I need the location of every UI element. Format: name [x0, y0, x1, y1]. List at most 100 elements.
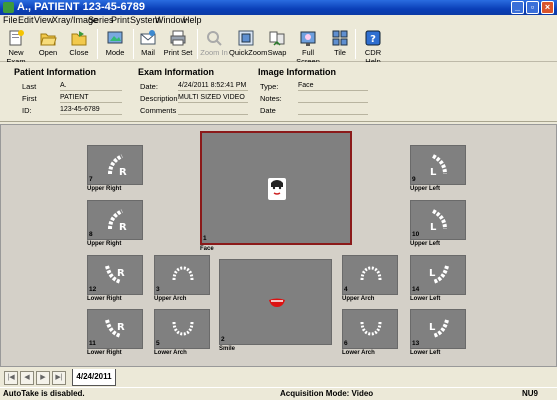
caption-5: Lower Arch: [154, 350, 187, 356]
minimize-button[interactable]: _: [511, 1, 524, 14]
svg-text:R: R: [117, 322, 125, 333]
tile-button[interactable]: Tile: [330, 27, 350, 61]
tab-date[interactable]: 4/24/2011: [72, 369, 116, 386]
image-smile[interactable]: 2: [219, 259, 332, 345]
face-icon: [268, 178, 286, 200]
menu-print[interactable]: Print: [111, 15, 130, 25]
tile-icon: [331, 29, 349, 47]
image-date-value: [298, 105, 368, 115]
upper-right-teeth-icon: R: [108, 154, 127, 178]
lower-arch-icon: [172, 321, 194, 336]
image-date-label: Date: [260, 106, 276, 115]
xray-thumb-5[interactable]: 5: [154, 309, 210, 349]
id-value: 123-45-6789: [60, 105, 122, 115]
quickzoom-icon: [237, 29, 255, 47]
menu-view[interactable]: View: [34, 15, 53, 25]
caption-2: Smile: [219, 346, 236, 352]
upper-left-teeth-icon: L: [430, 154, 447, 178]
mode-icon: [106, 29, 124, 47]
maximize-button[interactable]: ▫: [526, 1, 539, 14]
toolbar-separator: [97, 29, 98, 59]
upper-right-teeth-icon: R: [108, 209, 127, 233]
type-label: Type:: [260, 82, 279, 91]
notes-value: [298, 93, 368, 103]
quickzoom-button[interactable]: QuickZoom: [229, 27, 267, 61]
toolbar-separator: [133, 29, 134, 59]
caption-10: Upper Left: [410, 241, 440, 247]
menu-series[interactable]: Series: [88, 15, 114, 25]
new-exam-button[interactable]: New Exam: [1, 27, 31, 66]
xray-thumb-9[interactable]: L 9: [410, 145, 466, 185]
mode-button[interactable]: Mode: [102, 27, 128, 61]
lower-right-teeth-icon: R: [105, 265, 125, 284]
help-icon: ?: [364, 29, 382, 47]
cdr-help-button[interactable]: ? CDR Help: [358, 27, 388, 66]
xray-thumb-11[interactable]: R 11: [87, 309, 143, 349]
full-screen-icon: [299, 29, 317, 47]
exam-date-label: Date:: [140, 82, 158, 91]
upper-left-teeth-icon: L: [430, 209, 447, 233]
caption-14: Lower Left: [410, 296, 441, 302]
menu-edit[interactable]: Edit: [18, 15, 34, 25]
xray-thumb-10[interactable]: L 10: [410, 200, 466, 240]
mail-icon: [139, 29, 157, 47]
printer-icon: [169, 29, 187, 47]
xray-thumb-12[interactable]: R 12: [87, 255, 143, 295]
lower-arch-icon: [360, 321, 382, 336]
svg-text:L: L: [429, 268, 436, 279]
first-tab-button[interactable]: |◀: [4, 371, 18, 385]
svg-text:R: R: [117, 268, 125, 279]
exam-date-value: 4/24/2011 8:52:41 PM: [178, 82, 248, 91]
close-button[interactable]: Close: [66, 27, 92, 61]
svg-text:L: L: [430, 167, 437, 178]
tab-bar: |◀ ◀ ▶ ▶| 4/24/2011: [0, 369, 557, 387]
first-label: First: [22, 94, 37, 103]
exam-info-title: Exam Information: [138, 67, 215, 77]
type-value: Face: [298, 81, 368, 91]
zoom-in-icon: [205, 29, 223, 47]
open-button[interactable]: Open: [36, 27, 60, 61]
swap-icon: [268, 29, 286, 47]
menu-help[interactable]: Help: [183, 15, 202, 25]
xray-thumb-7[interactable]: R 7: [87, 145, 143, 185]
xray-thumb-6[interactable]: 6: [342, 309, 398, 349]
autotake-status: AutoTake is disabled.: [3, 389, 85, 398]
window-title: A., PATIENT 123-45-6789: [17, 1, 145, 13]
id-label: ID:: [22, 106, 32, 115]
last-value: A.: [60, 81, 122, 91]
notes-label: Notes:: [260, 94, 282, 103]
upper-arch-icon: [360, 266, 382, 281]
close-window-button[interactable]: ×: [541, 1, 554, 14]
menu-file[interactable]: File: [3, 15, 18, 25]
zoom-in-button[interactable]: Zoom In: [200, 27, 228, 61]
xray-thumb-8[interactable]: R 8: [87, 200, 143, 240]
toolbar-separator: [197, 29, 198, 59]
caption-13: Lower Left: [410, 350, 441, 356]
description-value: MULTI SIZED VIDEO: [178, 93, 248, 103]
xray-thumb-14[interactable]: L 14: [410, 255, 466, 295]
xray-thumb-13[interactable]: L 13: [410, 309, 466, 349]
svg-text:R: R: [119, 222, 127, 233]
comments-label: Comments: [140, 106, 177, 115]
lower-left-teeth-icon: L: [429, 319, 449, 338]
caption-1: Face: [200, 246, 214, 252]
swap-button[interactable]: Swap: [266, 27, 288, 61]
status-flag: NU9: [522, 389, 539, 398]
upper-arch-icon: [172, 266, 194, 281]
new-exam-icon: [7, 29, 25, 47]
full-screen-button[interactable]: Full Screen: [291, 27, 325, 66]
mail-button[interactable]: Mail: [136, 27, 160, 61]
next-tab-button[interactable]: ▶: [36, 371, 50, 385]
info-panel: Patient Information Last A. First PATIEN…: [0, 62, 557, 122]
xray-thumb-4[interactable]: 4: [342, 255, 398, 295]
caption-7: Upper Right: [87, 186, 122, 192]
xray-thumb-3[interactable]: 3: [154, 255, 210, 295]
image-face-selected[interactable]: 1: [200, 131, 352, 245]
prev-tab-button[interactable]: ◀: [20, 371, 34, 385]
toolbar: New Exam Open Close Mode Mail Print Set …: [0, 26, 557, 66]
svg-text:R: R: [119, 167, 127, 178]
caption-9: Upper Left: [410, 186, 440, 192]
last-tab-button[interactable]: ▶|: [52, 371, 66, 385]
print-set-button[interactable]: Print Set: [163, 27, 193, 61]
caption-6: Lower Arch: [342, 350, 375, 356]
